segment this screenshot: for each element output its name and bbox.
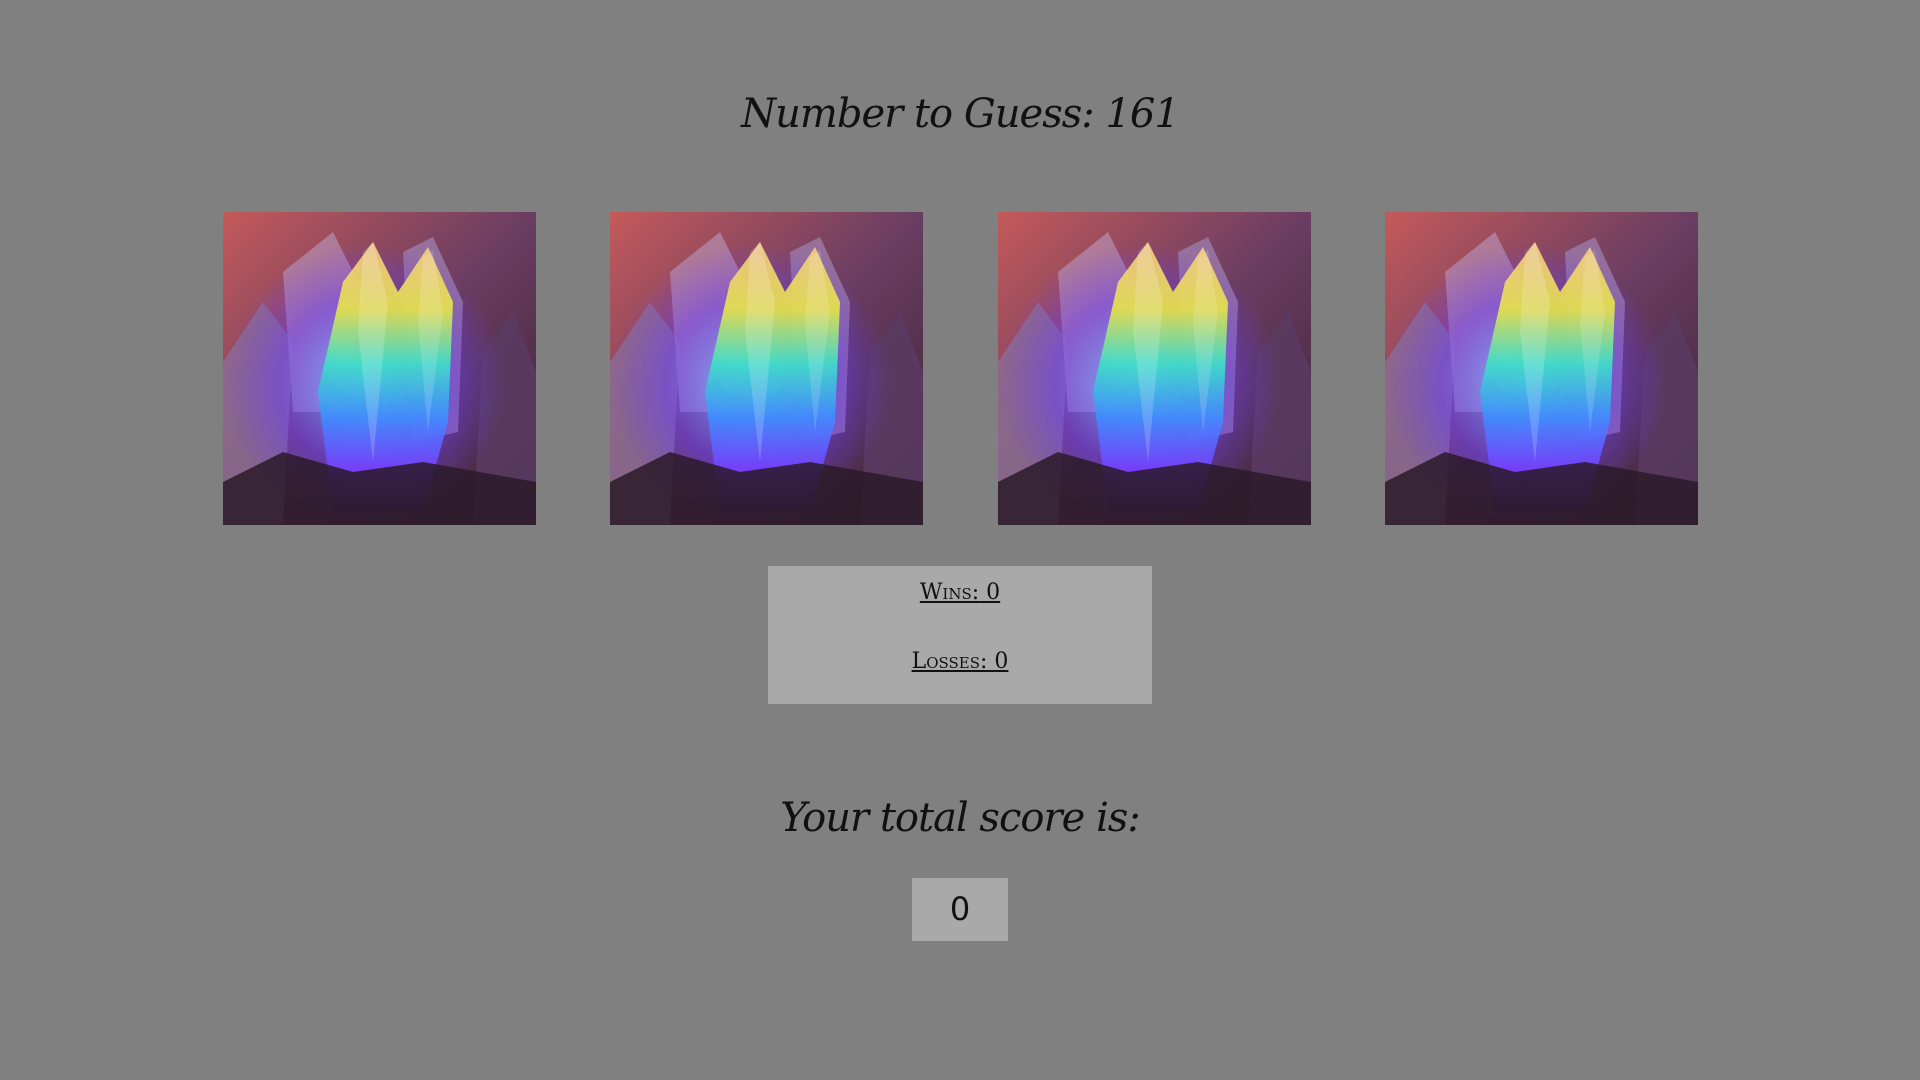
wins-label: Wins: [919,580,980,605]
total-score-value: 0 [912,878,1008,941]
losses-label: Losses: [911,649,988,674]
losses-counter: Losses: 0 [768,649,1152,674]
crystal-image [223,212,536,525]
crystal-button-4[interactable] [1385,212,1698,525]
wins-counter: Wins: 0 [768,580,1152,605]
crystal-row [223,212,1698,525]
total-score-heading: Your total score is: [780,795,1141,841]
target-number: 161 [1105,91,1179,137]
crystal-image [998,212,1311,525]
crystal-button-3[interactable] [998,212,1311,525]
wins-value: 0 [986,580,1001,605]
win-loss-panel: Wins: 0 Losses: 0 [768,566,1152,704]
losses-value: 0 [994,649,1009,674]
crystal-button-2[interactable] [610,212,923,525]
crystal-button-1[interactable] [223,212,536,525]
number-to-guess-heading: Number to Guess: 161 [0,86,1920,142]
target-label: Number to Guess: [741,91,1095,137]
crystal-image [610,212,923,525]
crystal-image [1385,212,1698,525]
